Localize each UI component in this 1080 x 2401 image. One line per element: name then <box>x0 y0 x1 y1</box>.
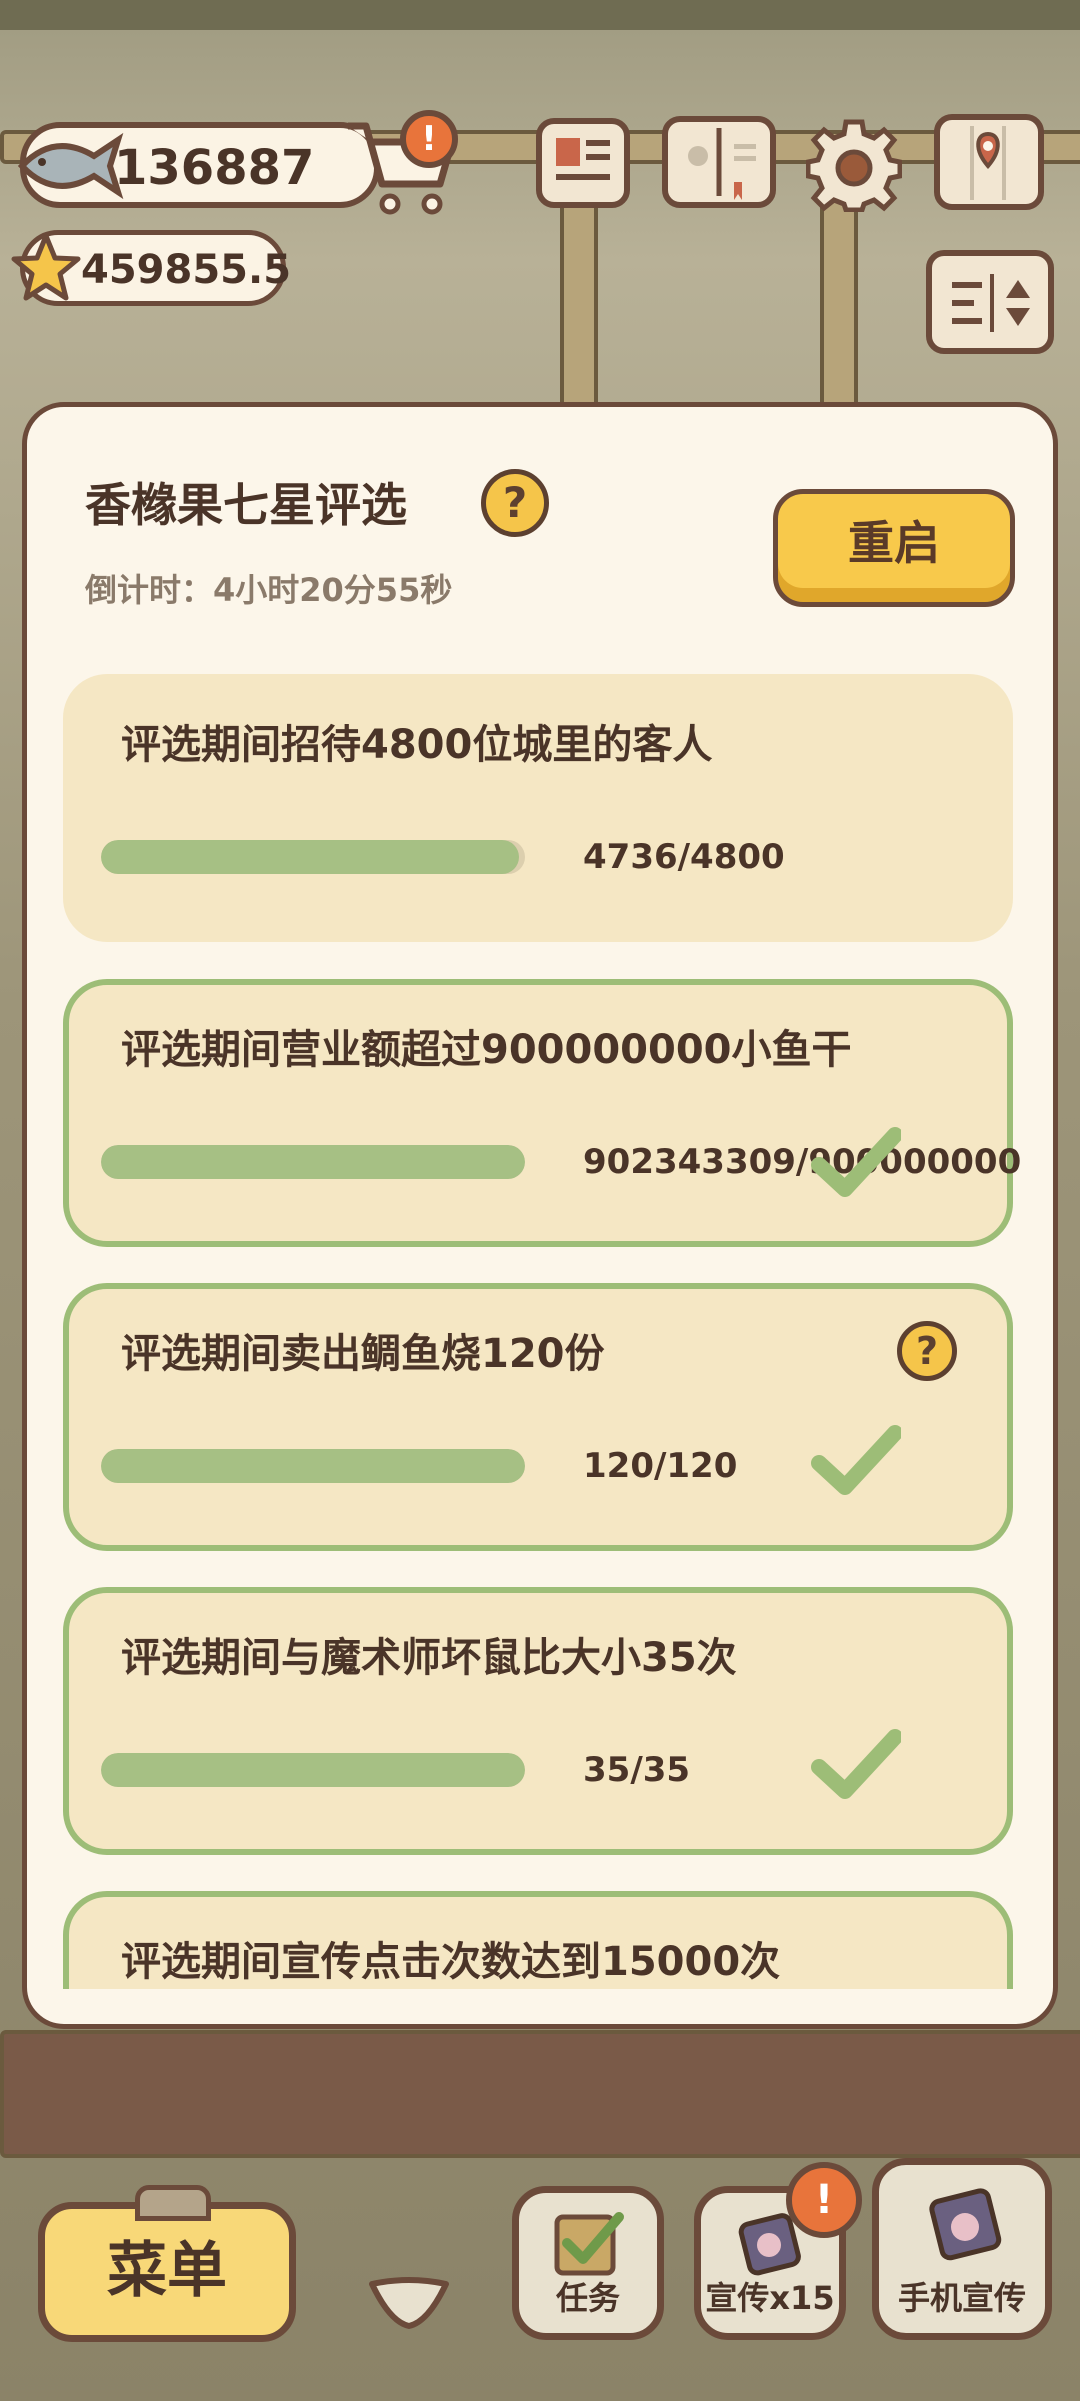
progress-fill <box>101 1753 525 1787</box>
task-description: 评选期间营业额超过900000000小鱼干 <box>121 1027 852 1073</box>
task-list[interactable]: 评选期间招待4800位城里的客人 4736/4800 评选期间营业额超过9000… <box>27 669 1053 1989</box>
dialog-title: 香橼果七星评选 <box>85 478 407 532</box>
help-mark: ? <box>502 478 528 527</box>
star-icon <box>11 233 81 301</box>
progress-text: 902343309/900000000 <box>583 1142 1022 1182</box>
newspaper-button[interactable] <box>536 118 630 208</box>
sort-icon <box>952 274 1030 332</box>
promo-alert-badge: ! <box>786 2162 862 2238</box>
task-button[interactable]: 任务 <box>512 2186 664 2340</box>
promo-alert-mark: ! <box>814 2177 834 2223</box>
task-help-mark: ? <box>915 1329 939 1373</box>
progress-bar <box>101 1449 525 1483</box>
progress-bar <box>101 1753 525 1787</box>
promo-button-label: 宣传x15 <box>705 2279 835 2317</box>
background-beam <box>0 2030 1080 2158</box>
progress-text: 4736/4800 <box>583 837 785 877</box>
task-description: 评选期间卖出鲷鱼烧120份 <box>121 1331 605 1377</box>
countdown-timer: 倒计时：4小时20分55秒 <box>85 571 453 609</box>
progress-text: 120/120 <box>583 1446 738 1486</box>
progress-text: 35/35 <box>583 1750 691 1790</box>
task-help-button[interactable]: ? <box>897 1321 957 1381</box>
shop-alert-mark: ! <box>421 119 437 159</box>
restart-button[interactable]: 重启 <box>773 489 1015 607</box>
fish-icon <box>17 132 124 200</box>
task-description: 评选期间宣传点击次数达到15000次 <box>121 1939 781 1985</box>
book-button[interactable] <box>662 116 776 208</box>
phone-promo-button[interactable]: 手机宣传 <box>872 2158 1052 2340</box>
progress-fill <box>101 840 520 874</box>
task-description: 评选期间招待4800位城里的客人 <box>121 722 713 768</box>
map-icon <box>970 126 1006 200</box>
chevron-down-icon[interactable] <box>366 2276 452 2330</box>
progress-bar <box>101 1145 525 1179</box>
task-description: 评选期间与魔术师坏鼠比大小35次 <box>121 1635 737 1681</box>
progress-bar <box>101 840 525 874</box>
help-button[interactable]: ? <box>481 469 549 537</box>
fish-amount: 136887 <box>114 140 315 196</box>
check-icon <box>811 1127 901 1197</box>
task-card: 评选期间营业额超过900000000小鱼干 902343309/90000000… <box>63 979 1021 1247</box>
map-button[interactable] <box>934 114 1044 210</box>
progress-fill <box>101 1449 525 1483</box>
shop-alert-badge: ! <box>400 110 458 168</box>
gear-icon[interactable] <box>806 116 902 212</box>
check-icon <box>811 1425 901 1495</box>
phone-promo-label: 手机宣传 <box>897 2279 1026 2317</box>
progress-fill <box>101 1145 525 1179</box>
check-icon <box>811 1729 901 1799</box>
star-evaluation-dialog: 香橼果七星评选 ? 倒计时：4小时20分55秒 重启 评选期间招待4800位城里… <box>22 402 1058 2029</box>
star-amount: 459855.5 <box>81 247 292 293</box>
sort-button[interactable] <box>926 250 1054 354</box>
phone-promo-icon <box>929 2188 1002 2261</box>
task-button-label: 任务 <box>555 2279 620 2317</box>
newspaper-icon <box>556 138 610 180</box>
task-card: 评选期间宣传点击次数达到15000次 <box>63 1891 1013 1989</box>
task-card: 评选期间招待4800位城里的客人 4736/4800 <box>63 674 1013 942</box>
task-card: 评选期间与魔术师坏鼠比大小35次 35/35 <box>63 1587 1013 1855</box>
task-card: 评选期间卖出鲷鱼烧120份 ? 120/120 <box>63 1283 1013 1551</box>
book-icon <box>688 128 756 200</box>
menu-button[interactable]: 菜单 <box>38 2185 296 2342</box>
